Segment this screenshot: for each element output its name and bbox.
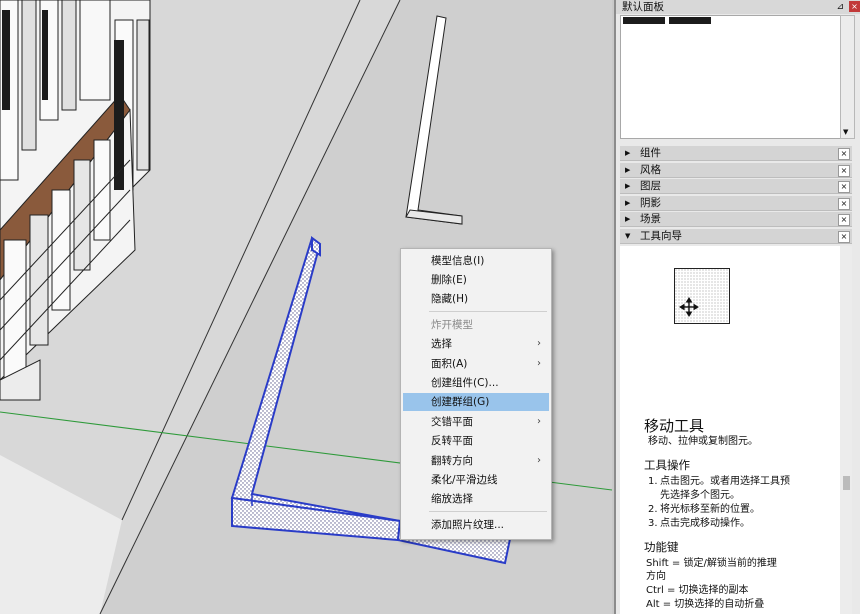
- submenu-arrow-icon: ›: [537, 416, 541, 427]
- operation-step: 先选择多个图元。: [660, 490, 740, 501]
- menu-item-zoom-selection[interactable]: 缩放选择: [403, 490, 549, 508]
- modifier-key-line: Shift = 锁定/解锁当前的推理: [646, 558, 777, 569]
- collapse-triangle-icon: ▶: [625, 199, 631, 207]
- tray-styles[interactable]: ▶ 风格 ×: [620, 163, 852, 178]
- menu-item-select[interactable]: 选择 ›: [403, 335, 549, 353]
- panel-scrollbar[interactable]: ▼: [840, 15, 855, 139]
- context-menu: 模型信息(I) 删除(E) 隐藏(H) 炸开模型 选择 › 面积(A) › 创建组件…: [400, 248, 552, 540]
- tray-shadows[interactable]: ▶ 阴影 ×: [620, 196, 852, 211]
- menu-separator: [429, 511, 547, 512]
- panel-title: 默认面板: [622, 1, 664, 13]
- menu-item-explode[interactable]: 炸开模型: [403, 316, 549, 334]
- instructor-scroll-thumb[interactable]: [843, 476, 850, 490]
- panel-close-icon[interactable]: ×: [849, 1, 860, 12]
- collapse-triangle-icon: ▶: [625, 166, 631, 174]
- menu-item-reverse-faces[interactable]: 反转平面: [403, 432, 549, 450]
- tray-close-icon[interactable]: ×: [838, 148, 850, 160]
- collapse-triangle-icon: ▶: [625, 149, 631, 157]
- pin-icon[interactable]: ⊿: [836, 0, 844, 14]
- instructor-content: 移动工具 移动、拉伸或复制图元。 工具操作 1. 点击图元。或者用选择工具预 先选…: [620, 246, 840, 614]
- tray-close-icon[interactable]: ×: [838, 165, 850, 177]
- operation-step: 3. 点击完成移动操作。: [648, 518, 750, 529]
- tray-scenes[interactable]: ▶ 场景 ×: [620, 212, 852, 227]
- tool-operations-heading: 工具操作: [644, 458, 690, 472]
- collapse-triangle-icon: ▶: [625, 215, 631, 223]
- menu-item-area[interactable]: 面积(A) ›: [403, 355, 549, 373]
- tray-close-icon[interactable]: ×: [838, 231, 850, 243]
- material-swatch[interactable]: [669, 17, 711, 24]
- tool-subtitle: 移动、拉伸或复制图元。: [648, 436, 758, 447]
- modifier-keys-heading: 功能键: [644, 540, 679, 554]
- menu-item-make-component[interactable]: 创建组件(C)...: [403, 374, 549, 392]
- operation-step: 1. 点击图元。或者用选择工具预: [648, 476, 790, 487]
- menu-item-soften-edges[interactable]: 柔化/平滑边线: [403, 471, 549, 489]
- default-tray-panel: 默认面板 ⊿ × ▼ ▶ 组件 × ▶ 风格 × ▶ 图层 × ▶ 阴影 × ▶ 场景 × ▼ 工具向…: [614, 0, 860, 614]
- tray-components[interactable]: ▶ 组件 ×: [620, 146, 852, 161]
- modifier-key-line: Alt = 切换选择的自动折叠: [646, 599, 765, 610]
- operation-step: 2. 将光标移至新的位置。: [648, 504, 760, 515]
- submenu-arrow-icon: ›: [537, 358, 541, 369]
- tool-title: 移动工具: [644, 417, 705, 435]
- submenu-arrow-icon: ›: [537, 455, 541, 466]
- scroll-down-icon[interactable]: ▼: [843, 128, 848, 136]
- modeling-viewport[interactable]: 模型信息(I) 删除(E) 隐藏(H) 炸开模型 选择 › 面积(A) › 创建组件…: [0, 0, 612, 614]
- collapse-triangle-icon: ▶: [625, 182, 631, 190]
- tray-close-icon[interactable]: ×: [838, 198, 850, 210]
- menu-item-add-photo-texture[interactable]: 添加照片纹理...: [403, 516, 549, 534]
- menu-item-hide[interactable]: 隐藏(H): [403, 290, 549, 308]
- menu-item-delete[interactable]: 删除(E): [403, 271, 549, 289]
- grey-l-wall: [405, 15, 463, 225]
- modifier-key-line: Ctrl = 切换选择的副本: [646, 585, 749, 596]
- move-tool-icon: [674, 268, 730, 324]
- modifier-key-line: 方向: [646, 571, 666, 582]
- menu-item-intersect-faces[interactable]: 交错平面 ›: [403, 413, 549, 431]
- menu-item-make-group[interactable]: 创建群组(G): [403, 393, 549, 411]
- panel-title-bar: 默认面板 ⊿ ×: [616, 0, 860, 14]
- tray-close-icon[interactable]: ×: [838, 181, 850, 193]
- tray-close-icon[interactable]: ×: [838, 214, 850, 226]
- submenu-arrow-icon: ›: [537, 338, 541, 349]
- tray-instructor[interactable]: ▼ 工具向导 ×: [620, 229, 852, 244]
- instructor-scrollbar[interactable]: [840, 246, 852, 614]
- material-swatch[interactable]: [623, 17, 665, 24]
- menu-item-flip-along[interactable]: 翻转方向 ›: [403, 452, 549, 470]
- menu-separator: [429, 311, 547, 312]
- default-panel-area: [620, 15, 842, 139]
- menu-item-model-info[interactable]: 模型信息(I): [403, 252, 549, 270]
- tray-layers[interactable]: ▶ 图层 ×: [620, 179, 852, 194]
- expand-triangle-icon: ▼: [625, 232, 631, 240]
